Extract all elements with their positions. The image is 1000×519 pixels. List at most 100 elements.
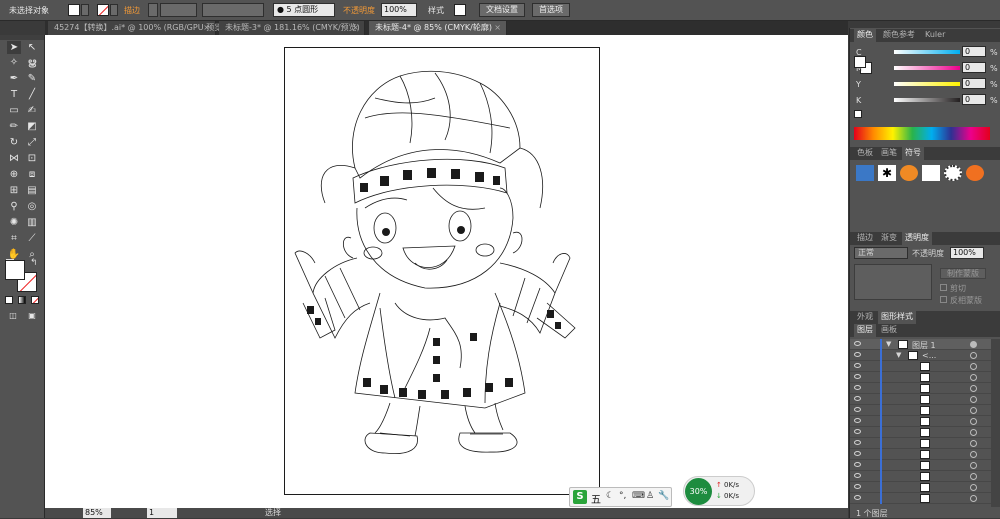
- opacity-input[interactable]: 100%: [381, 3, 417, 17]
- lasso-tool-icon[interactable]: ൠ: [25, 56, 39, 69]
- close-icon[interactable]: ×: [352, 21, 359, 34]
- target-circle-icon[interactable]: [970, 385, 977, 392]
- selection-tool-icon[interactable]: ➤: [7, 41, 21, 54]
- yellow-value[interactable]: 0: [962, 78, 986, 89]
- scale-tool-icon[interactable]: ⤢: [25, 136, 39, 149]
- rectangle-tool-icon[interactable]: ▭: [7, 104, 21, 117]
- fill-dropdown[interactable]: [81, 4, 89, 16]
- black-value[interactable]: 0: [962, 94, 986, 105]
- layer-row[interactable]: [850, 460, 991, 471]
- target-circle-icon[interactable]: [970, 473, 977, 480]
- tab-kuler[interactable]: Kuler: [922, 29, 948, 42]
- stroke-swatch[interactable]: [97, 4, 109, 16]
- mesh-tool-icon[interactable]: ⊞: [7, 184, 21, 197]
- keyboard-icon[interactable]: ⌨: [632, 491, 645, 501]
- zoom-field[interactable]: 85%: [83, 508, 111, 518]
- layer-row[interactable]: [850, 394, 991, 405]
- none-swatch-icon[interactable]: [854, 110, 862, 118]
- layers-scrollbar[interactable]: [991, 339, 1000, 507]
- curvature-tool-icon[interactable]: ✎: [25, 72, 39, 85]
- network-monitor-widget[interactable]: 30% ↑ 0K/s ↓ 0K/s: [683, 476, 755, 506]
- magenta-slider[interactable]: [894, 66, 960, 70]
- black-slider[interactable]: [894, 98, 960, 102]
- eraser-tool-icon[interactable]: ◩: [25, 120, 39, 133]
- target-circle-icon[interactable]: [970, 440, 977, 447]
- perspective-grid-tool-icon[interactable]: ⧈: [25, 168, 39, 181]
- color-mode-icon[interactable]: [5, 296, 13, 304]
- tab-symbols[interactable]: 符号: [902, 147, 924, 160]
- layer-row[interactable]: [850, 405, 991, 416]
- none-mode-icon[interactable]: [31, 296, 39, 304]
- invert-mask-checkbox[interactable]: [940, 296, 947, 303]
- ime-toolbar[interactable]: S 五 ☾ °, ⌨ ♙ 🔧: [569, 487, 672, 507]
- make-mask-button[interactable]: 制作蒙版: [940, 268, 986, 279]
- ime-mode[interactable]: 五: [591, 491, 601, 506]
- target-circle-icon[interactable]: [970, 429, 977, 436]
- tab-swatches[interactable]: 色板: [854, 147, 876, 160]
- visibility-eye-icon[interactable]: [854, 363, 861, 368]
- target-circle-icon[interactable]: [970, 407, 977, 414]
- column-graph-tool-icon[interactable]: ▥: [25, 216, 39, 229]
- stroke-dropdown[interactable]: [110, 4, 118, 16]
- tab-stroke[interactable]: 描边: [854, 232, 876, 245]
- style-swatch[interactable]: [454, 4, 466, 16]
- tab-appearance[interactable]: 外观: [854, 311, 876, 324]
- layer-row[interactable]: [850, 438, 991, 449]
- tab-artboards[interactable]: 画板: [878, 324, 900, 337]
- visibility-eye-icon[interactable]: [854, 484, 861, 489]
- magic-wand-tool-icon[interactable]: ✧: [7, 56, 21, 69]
- layer-row[interactable]: [850, 471, 991, 482]
- target-circle-icon[interactable]: [970, 495, 977, 502]
- layer-row[interactable]: [850, 361, 991, 372]
- wrench-icon[interactable]: 🔧: [658, 491, 669, 501]
- tab-doc-45274[interactable]: 45274【转换】.ai* @ 100% (RGB/GPU 预览) ×: [48, 21, 225, 35]
- target-circle-icon[interactable]: [970, 418, 977, 425]
- symbol-flower[interactable]: [966, 165, 984, 181]
- cyan-value[interactable]: 0: [962, 46, 986, 57]
- direct-selection-tool-icon[interactable]: ↖: [25, 41, 39, 54]
- symbol-sprayer-tool-icon[interactable]: ✺: [7, 216, 21, 229]
- tab-brushes[interactable]: 画笔: [878, 147, 900, 160]
- cartoon-boy-outline-artwork[interactable]: [285, 48, 601, 496]
- close-icon[interactable]: ×: [203, 21, 210, 34]
- artboard[interactable]: [284, 47, 600, 495]
- symbol-splatter[interactable]: ✱: [878, 165, 896, 181]
- yellow-slider[interactable]: [894, 82, 960, 86]
- target-circle-icon[interactable]: [970, 484, 977, 491]
- eyedropper-tool-icon[interactable]: ⚲: [7, 200, 21, 213]
- target-circle-icon[interactable]: [970, 374, 977, 381]
- swap-colors-icon[interactable]: ↰: [30, 258, 38, 268]
- target-circle-icon[interactable]: [970, 363, 977, 370]
- target-circle-icon[interactable]: [970, 341, 977, 348]
- width-tool-icon[interactable]: ⋈: [7, 152, 21, 165]
- pencil-tool-icon[interactable]: ✏: [7, 120, 21, 133]
- cyan-slider[interactable]: [894, 50, 960, 54]
- symbol-dotted-ring[interactable]: [944, 165, 962, 181]
- symbol-blue-banner[interactable]: [856, 165, 874, 181]
- target-circle-icon[interactable]: [970, 352, 977, 359]
- variable-width-profile[interactable]: [202, 3, 264, 17]
- expand-triangle-icon[interactable]: ▼: [896, 351, 901, 359]
- visibility-eye-icon[interactable]: [854, 341, 861, 346]
- close-icon[interactable]: ×: [494, 21, 501, 34]
- layer-row[interactable]: [850, 416, 991, 427]
- line-tool-icon[interactable]: ╱: [25, 88, 39, 101]
- toolbar-grip[interactable]: [0, 35, 44, 40]
- visibility-eye-icon[interactable]: [854, 495, 861, 500]
- tab-untitled-4[interactable]: 未标题-4* @ 85% (CMYK/轮廓) ×: [369, 21, 507, 35]
- pen-tool-icon[interactable]: ✒: [7, 72, 21, 85]
- free-transform-tool-icon[interactable]: ⊡: [25, 152, 39, 165]
- shape-builder-tool-icon[interactable]: ⊕: [7, 168, 21, 181]
- moon-icon[interactable]: ☾: [606, 491, 614, 501]
- layer-row[interactable]: [850, 482, 991, 493]
- layer-row[interactable]: [850, 372, 991, 383]
- target-circle-icon[interactable]: [970, 462, 977, 469]
- artboard-number-field[interactable]: 1: [147, 508, 177, 518]
- visibility-eye-icon[interactable]: [854, 374, 861, 379]
- layer-row[interactable]: [850, 383, 991, 394]
- panel-fill-box[interactable]: [854, 56, 866, 68]
- visibility-eye-icon[interactable]: [854, 352, 861, 357]
- visibility-eye-icon[interactable]: [854, 473, 861, 478]
- stroke-label[interactable]: 描边: [124, 5, 140, 16]
- tab-color[interactable]: 颜色: [854, 29, 876, 42]
